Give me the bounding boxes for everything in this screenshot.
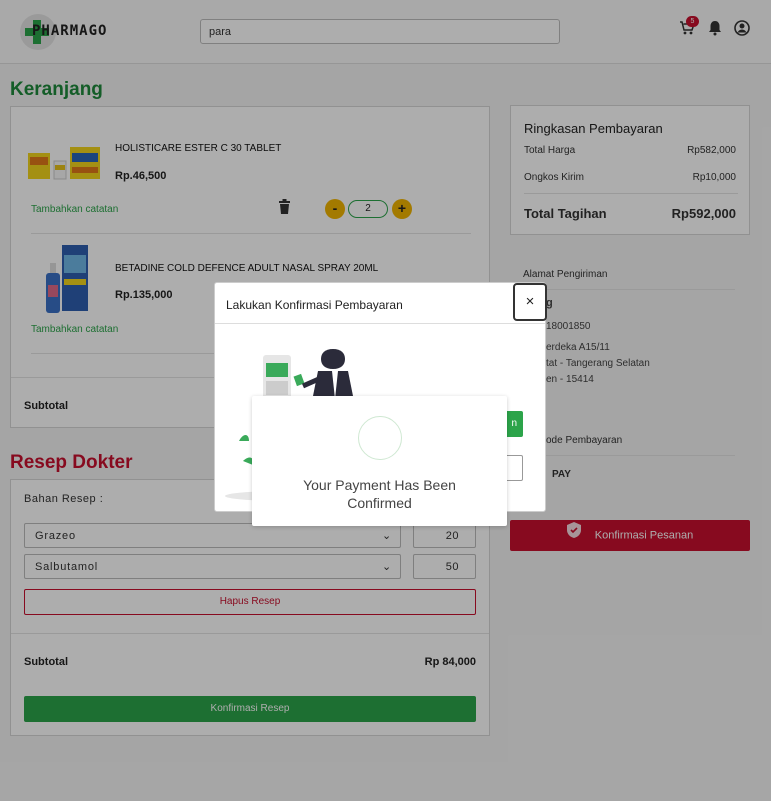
success-circle-icon [358,416,402,460]
payment-confirmed-popup: Your Payment Has Been Confirmed [252,396,507,526]
payment-confirmed-message: Your Payment Has Been Confirmed [303,477,456,511]
modal-title: Lakukan Konfirmasi Pembayaran [226,298,403,312]
close-icon[interactable]: × [513,283,547,321]
